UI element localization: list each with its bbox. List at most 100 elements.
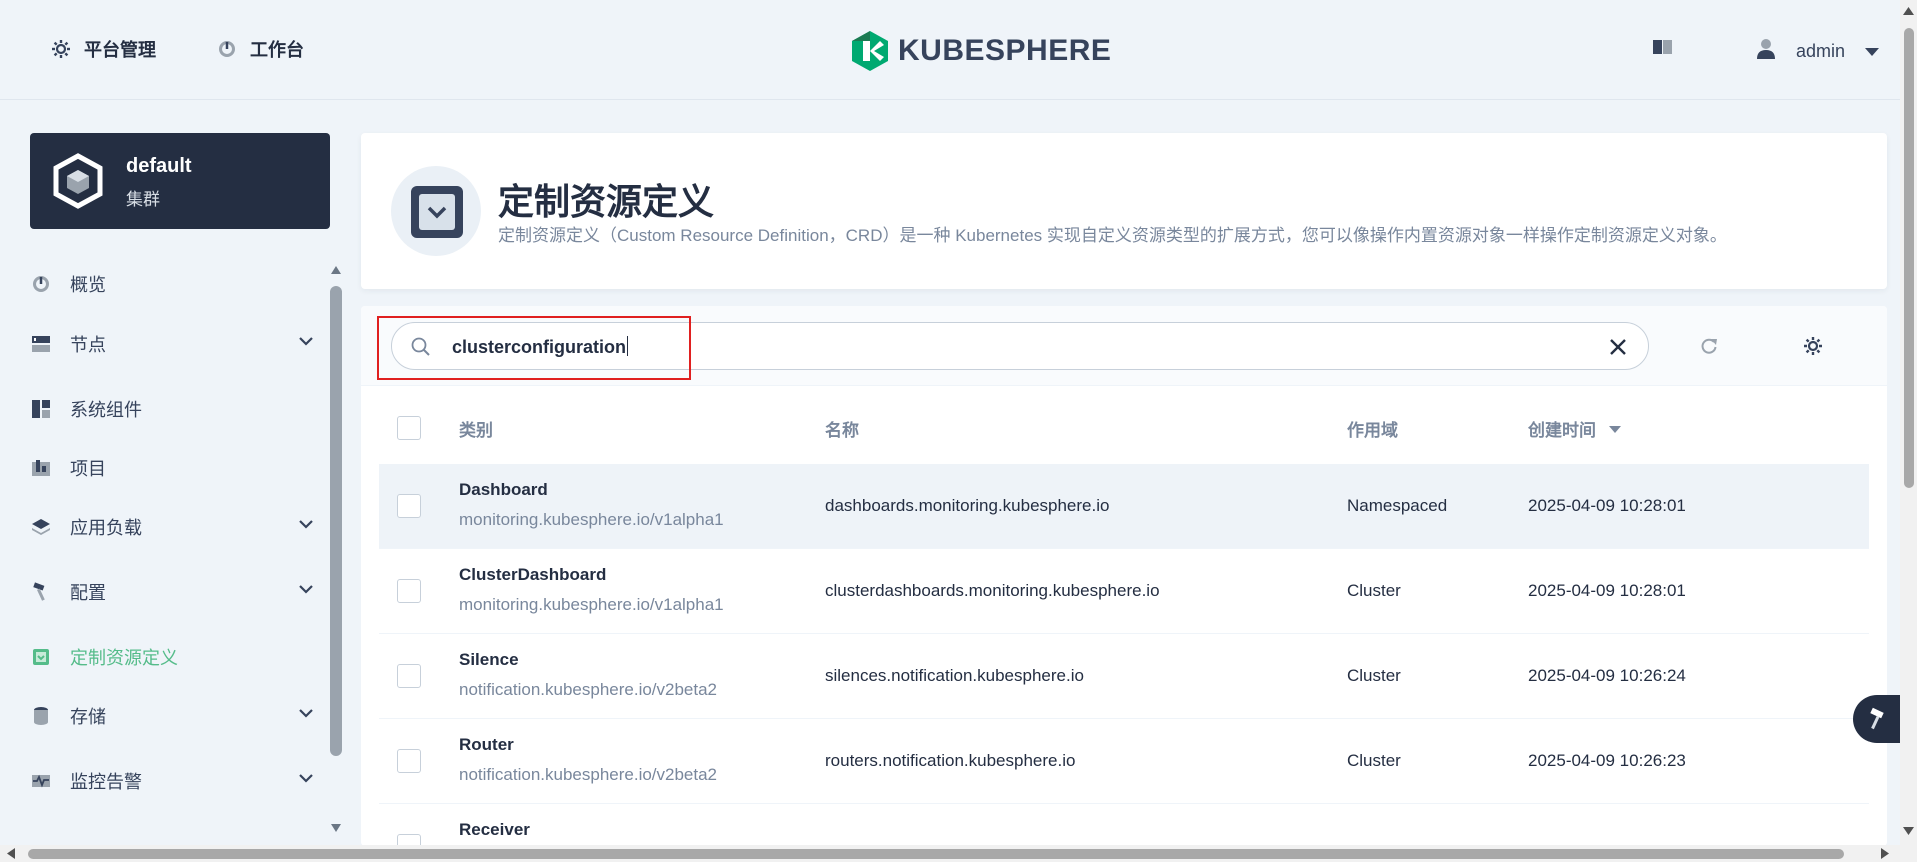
gear-icon xyxy=(50,38,72,60)
caret-down-icon xyxy=(1865,41,1880,62)
hammer-icon xyxy=(30,581,52,603)
column-header-created-label: 创建时间 xyxy=(1528,420,1596,440)
toolbox-button[interactable] xyxy=(1853,695,1901,743)
gear-icon xyxy=(1804,337,1822,355)
column-header-created[interactable]: 创建时间 xyxy=(1528,416,1621,441)
column-header-scope[interactable]: 作用域 xyxy=(1347,416,1398,441)
sidebar-scroll-thumb[interactable] xyxy=(330,286,342,756)
sidebar-item-system-components[interactable]: 系统组件 xyxy=(30,389,310,429)
components-icon xyxy=(30,398,52,420)
close-icon[interactable] xyxy=(1606,335,1630,359)
nav-workbench-label: 工作台 xyxy=(250,40,304,60)
user-icon xyxy=(1756,38,1776,65)
row-group: notification.kubesphere.io/v2beta2 xyxy=(459,680,718,699)
docs-button[interactable] xyxy=(1652,38,1674,61)
crd-icon xyxy=(30,646,52,668)
scroll-up-arrow-icon[interactable] xyxy=(330,264,342,276)
row-group: monitoring.kubesphere.io/v1alpha1 xyxy=(459,595,724,614)
refresh-button[interactable] xyxy=(1695,332,1723,360)
sidebar-item-label: 项目 xyxy=(70,459,106,479)
row-checkbox[interactable] xyxy=(397,494,421,518)
select-all-checkbox[interactable] xyxy=(397,416,421,440)
sidebar-item-label: 定制资源定义 xyxy=(70,648,178,668)
table-row[interactable]: Silence notification.kubesphere.io/v2bet… xyxy=(379,634,1869,719)
dashboard-icon xyxy=(216,38,238,60)
window-horizontal-scrollbar[interactable] xyxy=(0,845,1900,862)
chevron-down-icon xyxy=(299,337,313,346)
user-name: admin xyxy=(1796,41,1846,61)
row-created: 2025-04-09 10:26:24 xyxy=(1528,666,1686,685)
sidebar-item-crd[interactable]: 定制资源定义 xyxy=(30,637,310,677)
scroll-up-arrow-icon[interactable] xyxy=(1903,6,1914,16)
sidebar-item-overview[interactable]: 概览 xyxy=(30,264,310,304)
nav-workbench[interactable]: 工作台 xyxy=(216,36,304,62)
row-group: notification.kubesphere.io/v2beta2 xyxy=(459,765,718,784)
refresh-icon xyxy=(1701,338,1717,354)
row-created: 2025-04-09 10:28:01 xyxy=(1528,496,1686,515)
hammer-icon xyxy=(1870,707,1884,730)
row-kind[interactable]: Router xyxy=(459,735,514,755)
sidebar-item-workloads[interactable]: 应用负载 xyxy=(30,507,313,547)
cluster-card[interactable]: default 集群 xyxy=(30,133,330,229)
table-row[interactable]: Dashboard monitoring.kubesphere.io/v1alp… xyxy=(379,464,1869,549)
chevron-down-icon xyxy=(299,774,313,783)
cluster-icon xyxy=(53,153,103,209)
table-row[interactable]: Receiver xyxy=(379,804,1869,846)
row-kind[interactable]: Silence xyxy=(459,650,519,670)
column-header-name[interactable]: 名称 xyxy=(825,416,859,441)
row-created: 2025-04-09 10:28:01 xyxy=(1528,581,1686,600)
sidebar-item-configuration[interactable]: 配置 xyxy=(30,572,313,612)
dashboard-icon xyxy=(30,273,52,295)
row-name: clusterdashboards.monitoring.kubesphere.… xyxy=(825,581,1160,600)
window-vertical-scrollbar[interactable] xyxy=(1900,0,1917,862)
top-header: 平台管理 工作台 KUBESPHERE admin xyxy=(0,0,1900,100)
kubesphere-logo[interactable]: KUBESPHERE xyxy=(850,30,1111,72)
cluster-type: 集群 xyxy=(126,190,160,209)
sidebar-item-label: 节点 xyxy=(70,335,106,355)
table-row[interactable]: Router notification.kubesphere.io/v2beta… xyxy=(379,719,1869,804)
book-icon xyxy=(1652,38,1674,61)
chevron-down-icon xyxy=(299,709,313,718)
crd-banner-icon xyxy=(391,166,481,256)
table-settings-button[interactable] xyxy=(1799,332,1827,360)
scroll-down-arrow-icon[interactable] xyxy=(1903,826,1914,836)
nav-platform-management[interactable]: 平台管理 xyxy=(50,36,156,62)
scroll-down-arrow-icon[interactable] xyxy=(330,822,342,834)
page-description: 定制资源定义（Custom Resource Definition，CRD）是一… xyxy=(498,226,1727,245)
row-name: dashboards.monitoring.kubesphere.io xyxy=(825,496,1110,515)
table-header: 类别 名称 作用域 创建时间 xyxy=(379,386,1869,470)
user-menu[interactable]: admin xyxy=(1756,38,1880,65)
row-checkbox[interactable] xyxy=(397,664,421,688)
sort-desc-icon xyxy=(1608,425,1621,433)
row-kind[interactable]: Dashboard xyxy=(459,480,548,500)
sidebar-scrollbar[interactable] xyxy=(327,262,345,838)
database-icon xyxy=(30,705,52,727)
nodes-icon xyxy=(30,333,52,355)
scroll-right-arrow-icon[interactable] xyxy=(1880,848,1890,859)
row-checkbox[interactable] xyxy=(397,749,421,773)
sidebar-item-projects[interactable]: 项目 xyxy=(30,448,310,488)
sidebar-item-storage[interactable]: 存储 xyxy=(30,696,313,736)
row-scope: Namespaced xyxy=(1347,496,1448,515)
row-checkbox[interactable] xyxy=(397,579,421,603)
sidebar-item-nodes[interactable]: 节点 xyxy=(30,324,313,364)
cluster-name: default xyxy=(126,155,192,177)
nav-platform-management-label: 平台管理 xyxy=(84,40,156,60)
monitor-icon xyxy=(30,770,52,792)
window-vscroll-thumb[interactable] xyxy=(1904,28,1914,488)
crd-table-panel: clusterconfiguration 类别 名称 作用域 创建时间 Dash… xyxy=(361,306,1887,846)
sidebar-item-label: 配置 xyxy=(70,583,106,603)
row-scope: Cluster xyxy=(1347,581,1401,600)
column-header-kind[interactable]: 类别 xyxy=(459,416,493,441)
chevron-down-icon xyxy=(299,585,313,594)
scroll-left-arrow-icon[interactable] xyxy=(6,848,16,859)
row-group: monitoring.kubesphere.io/v1alpha1 xyxy=(459,510,724,529)
table-toolbar: clusterconfiguration xyxy=(361,306,1887,386)
highlight-box xyxy=(377,316,691,380)
sidebar-item-monitoring-alerts[interactable]: 监控告警 xyxy=(30,761,313,801)
page-banner: 定制资源定义 定制资源定义（Custom Resource Definition… xyxy=(361,133,1887,289)
row-kind[interactable]: Receiver xyxy=(459,820,530,840)
row-kind[interactable]: ClusterDashboard xyxy=(459,565,606,585)
window-hscroll-thumb[interactable] xyxy=(28,849,1844,859)
table-row[interactable]: ClusterDashboard monitoring.kubesphere.i… xyxy=(379,549,1869,634)
